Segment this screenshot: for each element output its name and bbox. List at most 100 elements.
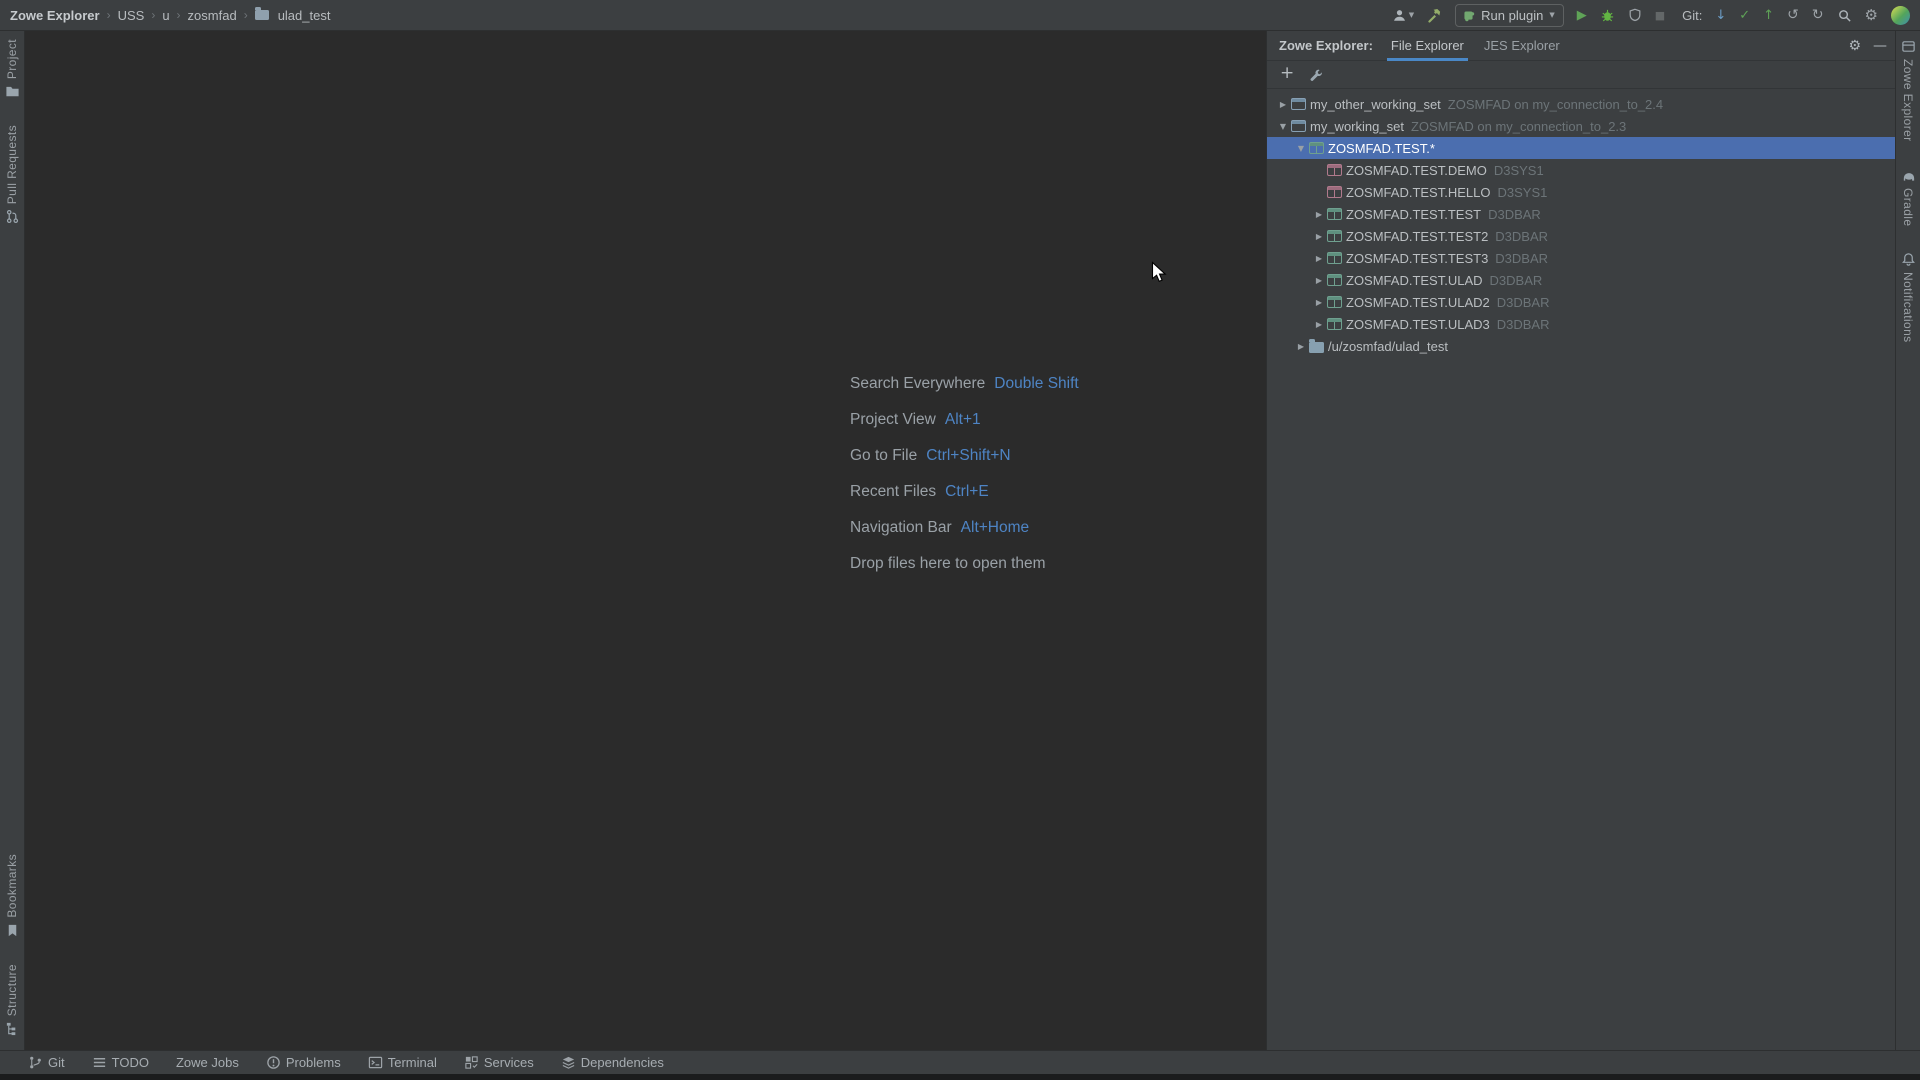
sidebar-item-notifications[interactable]: Notifications [1901,252,1916,343]
editor-area[interactable]: Search EverywhereDouble Shift Project Vi… [26,31,1266,1050]
search-everywhere-button[interactable] [1837,8,1852,23]
tree-row[interactable]: ▶ ZOSMFAD.TEST.TEST2 D3DBAR [1267,225,1895,247]
tool-window-label: Problems [286,1055,341,1070]
shortcut-label: Go to File [850,447,917,464]
breadcrumb-separator: › [244,8,248,22]
git-update-button[interactable]: ↓ [1715,9,1726,22]
pull-request-icon [5,209,20,224]
tree-row-selected[interactable]: ▼ ZOSMFAD.TEST.* [1267,137,1895,159]
left-tool-window-stripe: Project Pull Requests Bookmarks Structur… [0,31,25,1050]
gradle-icon [1901,168,1916,183]
chevron-right-icon[interactable]: ▶ [1311,232,1327,241]
tool-window-label: Zowe Explorer [1901,59,1915,142]
chevron-down-icon[interactable]: ▼ [1293,144,1309,153]
avatar[interactable] [1891,6,1910,25]
chevron-right-icon[interactable]: ▶ [1311,320,1327,329]
plugin-icon [1462,9,1475,22]
search-icon [1837,8,1852,23]
tree-row[interactable]: ▶ ZOSMFAD.TEST.ULAD D3DBAR [1267,269,1895,291]
shortcut-label: Navigation Bar [850,519,952,536]
settings-button[interactable]: ⚙ [1865,8,1878,23]
tree-node-label: my_working_set [1310,119,1404,134]
bookmark-icon [5,923,20,938]
tree-row[interactable]: ▼ my_working_set ZOSMFAD on my_connectio… [1267,115,1895,137]
git-commit-button[interactable]: ✓ [1739,9,1750,22]
undo-button[interactable]: ↺ [1787,8,1799,22]
bug-icon [1600,8,1615,23]
settings-wrench-button[interactable] [1309,68,1323,82]
tree-row[interactable]: ZOSMFAD.TEST.HELLO D3SYS1 [1267,181,1895,203]
tree-node-suffix: D3DBAR [1490,273,1543,288]
git-branch-icon [28,1055,43,1070]
tool-window-label: Project [5,39,19,79]
tool-window-todo[interactable]: TODO [92,1055,149,1070]
breadcrumb-item[interactable]: ulad_test [278,8,331,23]
chevron-down-icon[interactable]: ▼ [1275,122,1291,131]
tool-window-label: Services [484,1055,534,1070]
chevron-right-icon[interactable]: ▶ [1311,276,1327,285]
sidebar-item-pull-requests[interactable]: Pull Requests [5,125,20,224]
tool-window-label: Pull Requests [5,125,19,204]
chevron-right-icon[interactable]: ▶ [1311,298,1327,307]
zowe-explorer-icon [1901,39,1916,54]
shortcut-keys: Ctrl+E [945,483,989,500]
problems-icon [266,1055,281,1070]
add-button[interactable]: + [1280,65,1294,82]
tree-row[interactable]: ▶ ZOSMFAD.TEST.TEST D3DBAR [1267,203,1895,225]
gear-icon[interactable]: ⚙ [1848,39,1861,53]
status-strip [0,1074,1920,1080]
chevron-right-icon[interactable]: ▶ [1275,100,1291,109]
hide-panel-icon[interactable]: — [1873,39,1887,53]
run-button[interactable]: ▶ [1577,9,1587,22]
sequential-dataset-icon [1327,186,1342,198]
breadcrumb-item[interactable]: USS [118,8,145,23]
chevron-right-icon[interactable]: ▶ [1311,210,1327,219]
tab-jes-explorer[interactable]: JES Explorer [1474,31,1570,61]
tree-node-suffix: D3SYS1 [1497,185,1547,200]
sidebar-item-gradle[interactable]: Gradle [1901,168,1916,226]
debug-button[interactable] [1600,8,1615,23]
stop-button[interactable]: ■ [1655,10,1665,21]
coverage-button[interactable] [1628,8,1642,22]
tool-window-zowe-jobs[interactable]: Zowe Jobs [176,1055,239,1070]
shortcut-row: Go to FileCtrl+Shift+N [850,447,1079,465]
tab-file-explorer[interactable]: File Explorer [1381,31,1474,61]
breadcrumb-separator: › [107,8,111,22]
working-set-icon [1291,120,1306,132]
chevron-right-icon[interactable]: ▶ [1311,254,1327,263]
partitioned-dataset-icon [1327,296,1342,308]
run-configuration-label: Run plugin [1481,8,1543,23]
tree-row[interactable]: ▶ /u/zosmfad/ulad_test [1267,335,1895,357]
sidebar-item-project[interactable]: Project [5,39,20,99]
breadcrumb-item[interactable]: zosmfad [188,8,237,23]
sidebar-item-zowe-explorer[interactable]: Zowe Explorer [1901,39,1916,142]
tree-row[interactable]: ▶ ZOSMFAD.TEST.ULAD3 D3DBAR [1267,313,1895,335]
partitioned-dataset-icon [1327,208,1342,220]
user-menu-button[interactable]: ▼ [1392,8,1414,23]
tree-row[interactable]: ▶ ZOSMFAD.TEST.ULAD2 D3DBAR [1267,291,1895,313]
tool-window-git[interactable]: Git [28,1055,65,1070]
build-project-button[interactable] [1427,8,1442,23]
git-label: Git: [1682,8,1702,23]
tool-window-problems[interactable]: Problems [266,1055,341,1070]
folder-icon [255,10,269,20]
tool-window-services[interactable]: Services [464,1055,534,1070]
git-push-button[interactable]: ↑ [1763,9,1774,22]
breadcrumb-item[interactable]: Zowe Explorer [10,8,100,23]
sidebar-item-bookmarks[interactable]: Bookmarks [5,854,20,938]
tree-node-suffix: ZOSMFAD on my_connection_to_2.3 [1411,119,1626,134]
tree-row[interactable]: ▶ my_other_working_set ZOSMFAD on my_con… [1267,93,1895,115]
tool-window-terminal[interactable]: Terminal [368,1055,437,1070]
tool-window-dependencies[interactable]: Dependencies [561,1055,664,1070]
partitioned-dataset-icon [1327,230,1342,242]
history-button[interactable]: ↻ [1812,8,1824,22]
partitioned-dataset-icon [1327,274,1342,286]
shortcut-label: Project View [850,411,936,428]
run-configuration-select[interactable]: Run plugin ▼ [1455,4,1564,27]
shortcut-label: Recent Files [850,483,936,500]
breadcrumb-item[interactable]: u [162,8,169,23]
tree-row[interactable]: ZOSMFAD.TEST.DEMO D3SYS1 [1267,159,1895,181]
sidebar-item-structure[interactable]: Structure [5,964,20,1036]
tree-row[interactable]: ▶ ZOSMFAD.TEST.TEST3 D3DBAR [1267,247,1895,269]
chevron-right-icon[interactable]: ▶ [1293,342,1309,351]
